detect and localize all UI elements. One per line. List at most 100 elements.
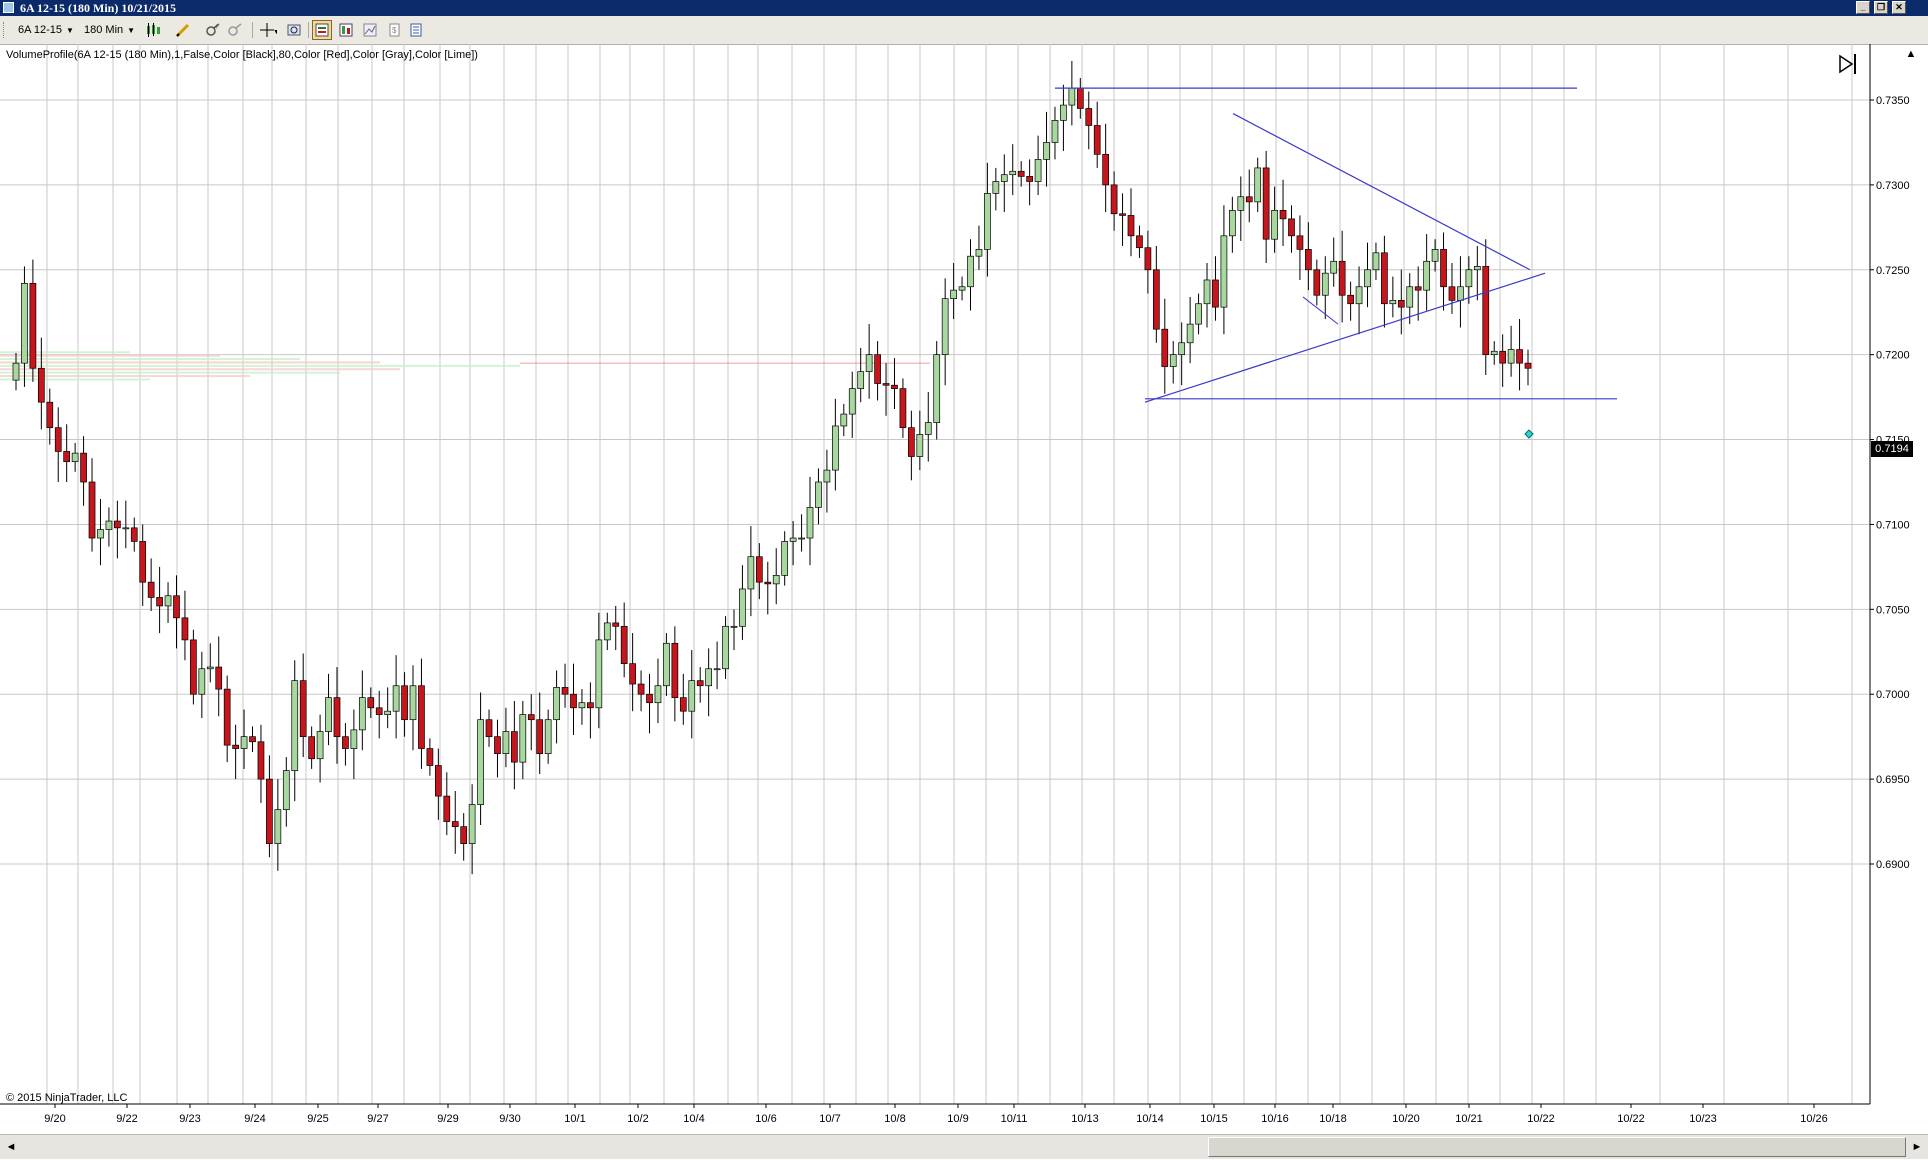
candle (451, 790, 459, 854)
x-tick-label: 10/8 (884, 1113, 905, 1125)
candle-down (215, 666, 223, 690)
candle-down (1212, 279, 1219, 308)
scroll-right-arrow-icon[interactable]: ► (1908, 1137, 1926, 1157)
volume-profile-bar (0, 361, 380, 364)
candle-down (882, 383, 890, 386)
candle (755, 543, 763, 600)
interval-selector[interactable]: 180 Min ▼ (84, 20, 135, 40)
x-tick-label: 10/11 (1001, 1113, 1028, 1125)
magnifier-icon[interactable] (284, 20, 304, 40)
candle (164, 582, 172, 623)
scroll-up-arrow-icon[interactable]: ▲ (1900, 44, 1922, 64)
zoom-out-icon[interactable] (225, 20, 245, 40)
candle (375, 690, 383, 739)
candle (950, 262, 957, 320)
close-icon[interactable]: ✕ (1892, 1, 1906, 14)
candle (1279, 179, 1287, 247)
toolbar-separator (252, 22, 253, 38)
x-tick-label: 10/22 (1617, 1113, 1645, 1125)
candle-up (553, 687, 560, 721)
candle-down (342, 736, 349, 749)
candle (747, 526, 755, 617)
candle (713, 641, 721, 690)
candle-down (418, 685, 425, 749)
app-icon (3, 2, 14, 13)
candle-down (1414, 286, 1422, 291)
candle-down (37, 367, 45, 403)
candle-up (992, 181, 1000, 194)
template-icon[interactable] (406, 20, 426, 40)
candle (874, 341, 881, 401)
crosshair-icon[interactable]: ▼ (258, 20, 278, 40)
candle (485, 709, 493, 747)
y-tick-label: 0.7200 (1876, 350, 1910, 362)
pencil-icon[interactable] (173, 20, 193, 40)
candle (198, 651, 206, 718)
candle-up (1195, 303, 1202, 325)
candle (561, 663, 569, 708)
candle-down (426, 748, 434, 766)
candle-up (1254, 167, 1262, 203)
price-chart[interactable]: 0.73500.73000.72500.72000.71500.71000.70… (0, 44, 1928, 1134)
candle (857, 347, 865, 403)
candle-up (1330, 260, 1338, 274)
horizontal-scrollbar[interactable]: ◄ ► (0, 1134, 1928, 1159)
candle-up (1237, 196, 1245, 211)
candle-up (392, 685, 400, 712)
candle (1414, 266, 1422, 321)
candle (426, 738, 434, 776)
candle (1220, 205, 1228, 335)
scroll-left-arrow-icon[interactable]: ◄ (2, 1137, 20, 1157)
candle-down (755, 556, 763, 583)
chart-grid (0, 44, 1870, 1104)
candle (1305, 222, 1312, 291)
candle-down (434, 765, 442, 797)
candle-up (1431, 249, 1439, 262)
instrument-selector[interactable]: 6A 12-15 ▼ (18, 20, 74, 40)
candle-up (1229, 210, 1236, 237)
triangle-upper-trendline (1232, 113, 1531, 271)
toolbar-grip[interactable] (3, 22, 7, 38)
candle (1195, 293, 1202, 335)
candle-down (375, 707, 383, 715)
candle (629, 633, 636, 712)
restore-icon[interactable]: ❐ (1874, 1, 1888, 14)
candlestick-icon[interactable] (143, 20, 163, 40)
x-tick-label: 10/21 (1455, 1113, 1483, 1125)
y-tick-label: 0.7100 (1876, 519, 1910, 531)
candle (54, 407, 62, 482)
candle (1237, 176, 1245, 241)
chart-icon[interactable] (360, 20, 380, 40)
candle-up (747, 556, 755, 590)
candle-up (71, 452, 79, 462)
minimize-icon[interactable]: _ (1856, 1, 1870, 14)
candle (798, 514, 805, 552)
candle-down (1026, 176, 1033, 182)
candle (1271, 186, 1278, 253)
candle-down (1144, 247, 1152, 271)
toolbar-separator (308, 22, 309, 38)
candle-up (603, 622, 611, 641)
candle (1102, 123, 1110, 213)
candle (46, 388, 54, 445)
data-box-icon[interactable] (336, 20, 356, 40)
candle (299, 653, 307, 758)
candle (249, 726, 256, 752)
candle-down (249, 736, 256, 743)
chart-trader-icon[interactable] (312, 20, 332, 40)
scroll-to-end-icon[interactable] (1839, 54, 1856, 74)
candle-down (511, 731, 518, 763)
candle (595, 612, 603, 729)
candle-up (781, 541, 789, 576)
properties-icon[interactable]: $ (384, 20, 404, 40)
candle (891, 358, 898, 409)
candle (257, 724, 265, 803)
candle-up (1457, 286, 1464, 301)
zoom-in-icon[interactable]: + (203, 20, 223, 40)
candle-down (1110, 184, 1118, 215)
candle (815, 468, 822, 525)
x-tick-label: 10/1 (564, 1113, 585, 1125)
scrollbar-thumb[interactable] (1208, 1137, 1906, 1157)
candle-down (679, 697, 687, 712)
candle-up (832, 425, 839, 471)
